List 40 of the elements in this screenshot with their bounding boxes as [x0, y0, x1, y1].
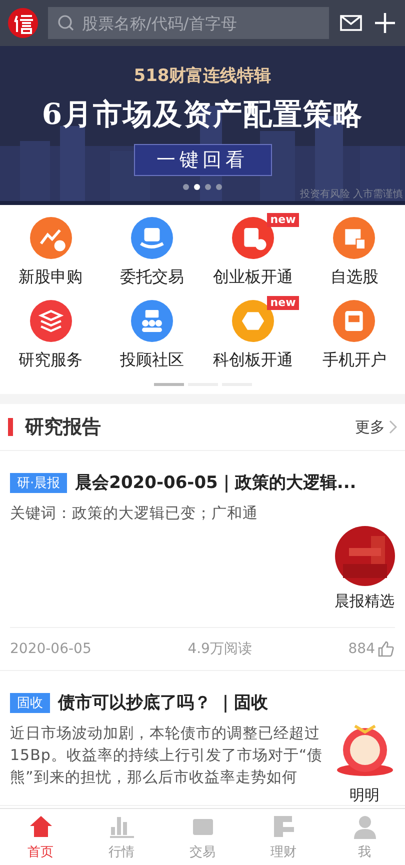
article-title[interactable]: 债市可以抄底了吗？ ｜固收	[58, 691, 268, 714]
thumbs-up-icon[interactable]	[377, 640, 395, 658]
new-badge: new	[267, 213, 299, 227]
banner-subtitle: 518财富连线特辑	[134, 65, 272, 87]
search-field[interactable]: 股票名称/代码/首字母	[48, 7, 329, 39]
shortcut-icon[interactable]	[333, 300, 376, 342]
shortcut-icon[interactable]	[130, 217, 173, 259]
thumbnail-caption: 晨报精选	[334, 592, 394, 611]
article-tag: 研·晨报	[10, 472, 68, 492]
section-title: 研究报告	[25, 415, 102, 440]
nav-tab[interactable]: 首页	[0, 809, 81, 865]
shortcut-icon[interactable]	[30, 217, 72, 259]
shortcut-label[interactable]: 自选股	[330, 267, 378, 288]
shortcut-label[interactable]: 委托交易	[120, 267, 184, 288]
shortcut-label[interactable]: 投顾社区	[120, 350, 184, 371]
chevron-icon	[389, 420, 397, 434]
risk-disclaimer: 投资有风险 入市需谨慎	[300, 188, 403, 201]
logo-icon	[8, 8, 38, 38]
article-summary: 关键词：政策的大逻辑已变；广和通	[10, 503, 259, 524]
article-tag: 固收	[10, 692, 50, 712]
read-count: 4.9万阅读	[188, 640, 252, 658]
shortcut-label[interactable]: 研究服务	[18, 350, 83, 371]
publish-date: 2020-06-05	[10, 641, 92, 657]
replay-button[interactable]: 一键回看	[134, 144, 272, 176]
shortcut-label[interactable]: 手机开户	[322, 350, 386, 371]
banner-title: 6月市场及资产配置策略	[42, 96, 364, 133]
shortcut-icon[interactable]	[130, 300, 173, 342]
shortcut-icon[interactable]	[333, 217, 376, 259]
new-badge: new	[267, 296, 299, 310]
shortcut-label[interactable]: 新股申购	[18, 267, 83, 288]
shortcut-label[interactable]: 创业板开通	[213, 267, 294, 288]
thumbnail-caption: 明明	[350, 786, 380, 805]
like-count: 884	[348, 641, 375, 657]
shortcut-label[interactable]: 科创板开通	[213, 350, 294, 371]
shortcut-icon[interactable]	[30, 300, 72, 342]
more-link[interactable]: 更多	[355, 418, 397, 436]
add-icon[interactable]	[373, 11, 397, 35]
article-summary: 近日市场波动加剧，本轮债市的调整已经超过15Bp。收益率的持续上行引发了市场对于“债熊”到来的担忧，那么后市收益率走势如何	[10, 723, 324, 788]
article-title[interactable]: 晨会2020-06-05｜政策的大逻辑...	[75, 471, 356, 494]
section-marker	[8, 418, 13, 436]
